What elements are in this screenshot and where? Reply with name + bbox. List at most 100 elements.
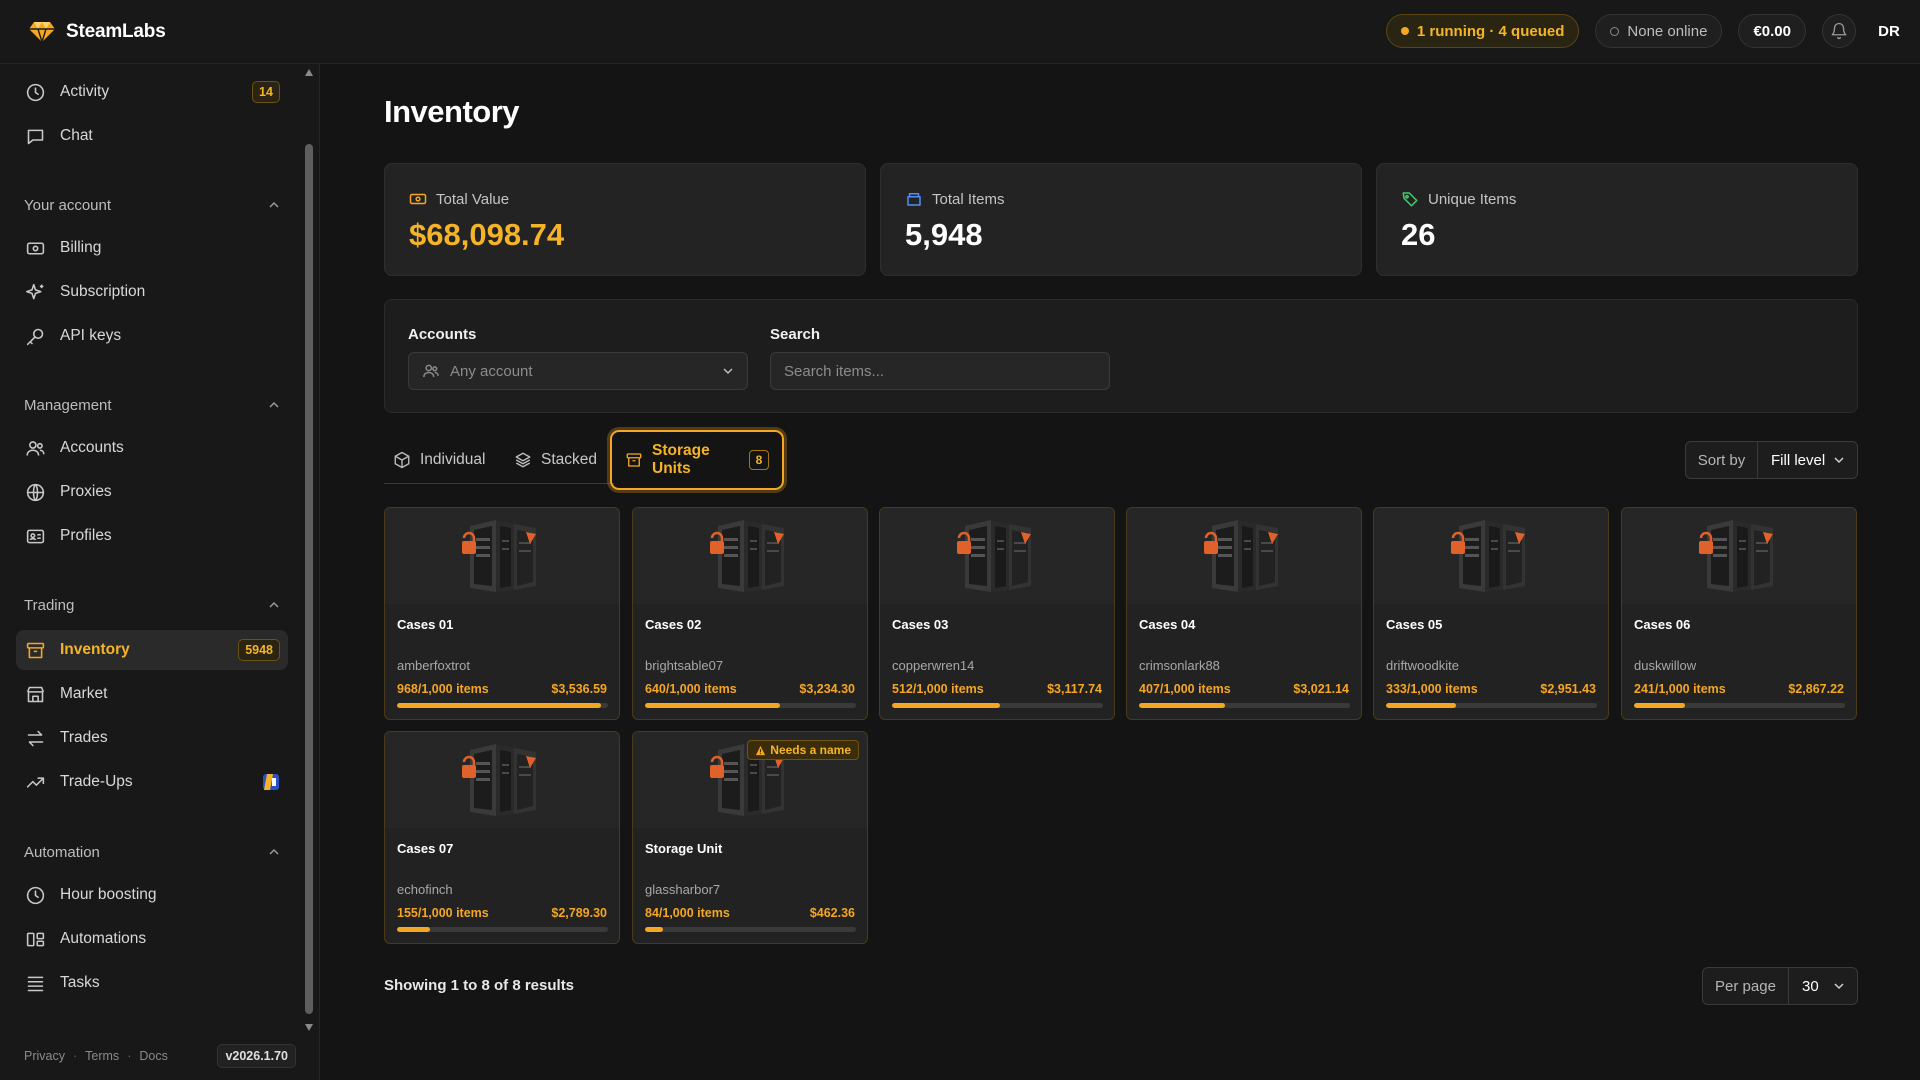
storage-unit-image (1374, 508, 1608, 604)
id-card-icon (24, 525, 46, 547)
stat-card-unique-items: Unique Items 26 (1376, 163, 1858, 276)
fill-progress (1386, 703, 1457, 708)
sidebar-item-proxies[interactable]: Proxies (16, 472, 288, 512)
box-icon (905, 190, 923, 208)
brand[interactable]: SteamLabs (28, 21, 166, 43)
inventory-count-badge: 5948 (238, 639, 280, 661)
sidebar-item-accounts[interactable]: Accounts (16, 428, 288, 468)
fill-progress-bar (397, 703, 608, 708)
sidebar-item-market[interactable]: Market (16, 674, 288, 714)
online-status-text: None online (1627, 22, 1708, 40)
online-status-pill[interactable]: None online (1595, 14, 1723, 48)
sidebar-item-subscription[interactable]: Subscription (16, 272, 288, 312)
unit-value: $3,234.30 (799, 682, 855, 696)
sidebar-footer: Privacy · Terms · Docs v2026.1.70 (24, 1044, 296, 1068)
storage-unit-card[interactable]: Cases 04 crimsonlark88 407/1,000 items $… (1126, 507, 1362, 720)
total-items-count: 5,948 (905, 217, 983, 252)
section-your-account[interactable]: Your account (24, 195, 280, 215)
sidebar-item-chat[interactable]: Chat (16, 116, 288, 156)
sort-control[interactable]: Sort by Fill level (1685, 441, 1858, 479)
tab-individual[interactable]: Individual (393, 444, 486, 476)
fill-progress-bar (1139, 703, 1350, 708)
sidebar-item-trades[interactable]: Trades (16, 718, 288, 758)
sidebar-item-inventory[interactable]: Inventory 5948 (16, 630, 288, 670)
sidebar-item-automations[interactable]: Automations (16, 919, 288, 959)
sidebar-scroll-thumb[interactable] (305, 144, 313, 1014)
sidebar-item-trade-ups[interactable]: Trade-Ups (16, 762, 288, 802)
unit-name: Cases 04 (1139, 617, 1196, 632)
trend-up-icon (24, 771, 46, 793)
results-summary: Showing 1 to 8 of 8 results (384, 977, 575, 994)
chat-icon (24, 125, 46, 147)
fill-progress-bar (1634, 703, 1845, 708)
task-status-pill[interactable]: 1 running · 4 queued (1385, 14, 1580, 48)
activity-count-badge: 14 (252, 81, 280, 103)
storage-unit-card[interactable]: Cases 01 amberfoxtrot 968/1,000 items $3… (384, 507, 620, 720)
archive-icon (24, 639, 46, 661)
unique-items-count: 26 (1401, 217, 1436, 252)
sidebar-item-hour-boosting[interactable]: Hour boosting (16, 875, 288, 915)
notifications-button[interactable] (1822, 14, 1856, 48)
sidebar-item-profiles[interactable]: Profiles (16, 516, 288, 556)
tab-storage-units[interactable]: Storage Units 8 (610, 430, 784, 490)
terms-link[interactable]: Terms (85, 1049, 119, 1063)
sidebar-item-tasks[interactable]: Tasks (16, 963, 288, 1003)
money-icon (409, 190, 427, 208)
tab-stacked[interactable]: Stacked (514, 444, 597, 476)
storage-locker-icon (1693, 516, 1785, 596)
search-input[interactable]: Search items... (770, 352, 1110, 390)
privacy-link[interactable]: Privacy (24, 1049, 65, 1063)
fill-progress (645, 703, 781, 708)
docs-link[interactable]: Docs (139, 1049, 167, 1063)
storage-unit-card[interactable]: Cases 07 echofinch 155/1,000 items $2,78… (384, 731, 620, 944)
unit-owner: crimsonlark88 (1139, 658, 1220, 673)
storage-unit-card[interactable]: Cases 03 copperwren14 512/1,000 items $3… (879, 507, 1115, 720)
storage-unit-image (1127, 508, 1361, 604)
list-icon (24, 972, 46, 994)
storage-unit-card[interactable]: Cases 02 brightsable07 640/1,000 items $… (632, 507, 868, 720)
unit-fill-count: 640/1,000 items (645, 682, 737, 696)
unit-fill-count: 512/1,000 items (892, 682, 984, 696)
unit-owner: brightsable07 (645, 658, 724, 673)
tab-underline (384, 483, 614, 484)
sidebar-item-label: Trade-Ups (60, 773, 133, 790)
stat-label: Total Value (436, 190, 510, 208)
storage-unit-card[interactable]: Cases 05 driftwoodkite 333/1,000 items $… (1373, 507, 1609, 720)
storage-locker-icon (1445, 516, 1537, 596)
fill-progress (397, 703, 602, 708)
chevron-down-icon (1833, 980, 1845, 992)
stat-card-total-items: Total Items 5,948 (880, 163, 1362, 276)
sidebar-item-billing[interactable]: Billing (16, 228, 288, 268)
chevron-up-icon (268, 199, 280, 211)
needs-name-text: Needs a name (770, 743, 851, 757)
section-automation[interactable]: Automation (24, 842, 280, 862)
per-page-select[interactable]: 30 (1789, 978, 1845, 995)
cube-icon (393, 451, 411, 469)
sidebar-item-label: Tasks (60, 974, 100, 991)
section-management[interactable]: Management (24, 395, 280, 415)
unit-owner: copperwren14 (892, 658, 975, 673)
unit-value: $2,789.30 (551, 906, 607, 920)
unit-value: $3,021.14 (1293, 682, 1349, 696)
sort-select[interactable]: Fill level (1758, 452, 1845, 469)
fill-progress (1139, 703, 1225, 708)
storage-unit-card[interactable]: Needs a name Storage Unit glassharbor7 8… (632, 731, 868, 944)
per-page-control[interactable]: Per page 30 (1702, 967, 1858, 1005)
unit-fill-count: 155/1,000 items (397, 906, 489, 920)
offline-ring-icon (1610, 26, 1620, 36)
sidebar-item-label: API keys (60, 327, 122, 344)
section-trading[interactable]: Trading (24, 595, 280, 615)
storage-locker-icon (951, 516, 1043, 596)
accounts-select[interactable]: Any account (408, 352, 748, 390)
sidebar-item-activity[interactable]: Activity 14 (16, 72, 288, 112)
sidebar-item-label: Chat (60, 127, 93, 144)
sidebar-item-label: Proxies (60, 483, 112, 500)
users-icon (422, 362, 440, 380)
storage-unit-card[interactable]: Cases 06 duskwillow 241/1,000 items $2,8… (1621, 507, 1857, 720)
chevron-down-icon (722, 365, 734, 377)
user-avatar[interactable]: DR (1872, 14, 1906, 48)
balance-pill[interactable]: €0.00 (1738, 14, 1806, 48)
sidebar-item-api-keys[interactable]: API keys (16, 316, 288, 356)
footer-separator: · (72, 1049, 78, 1063)
storage-unit-grid: Cases 01 amberfoxtrot 968/1,000 items $3… (384, 507, 1858, 945)
